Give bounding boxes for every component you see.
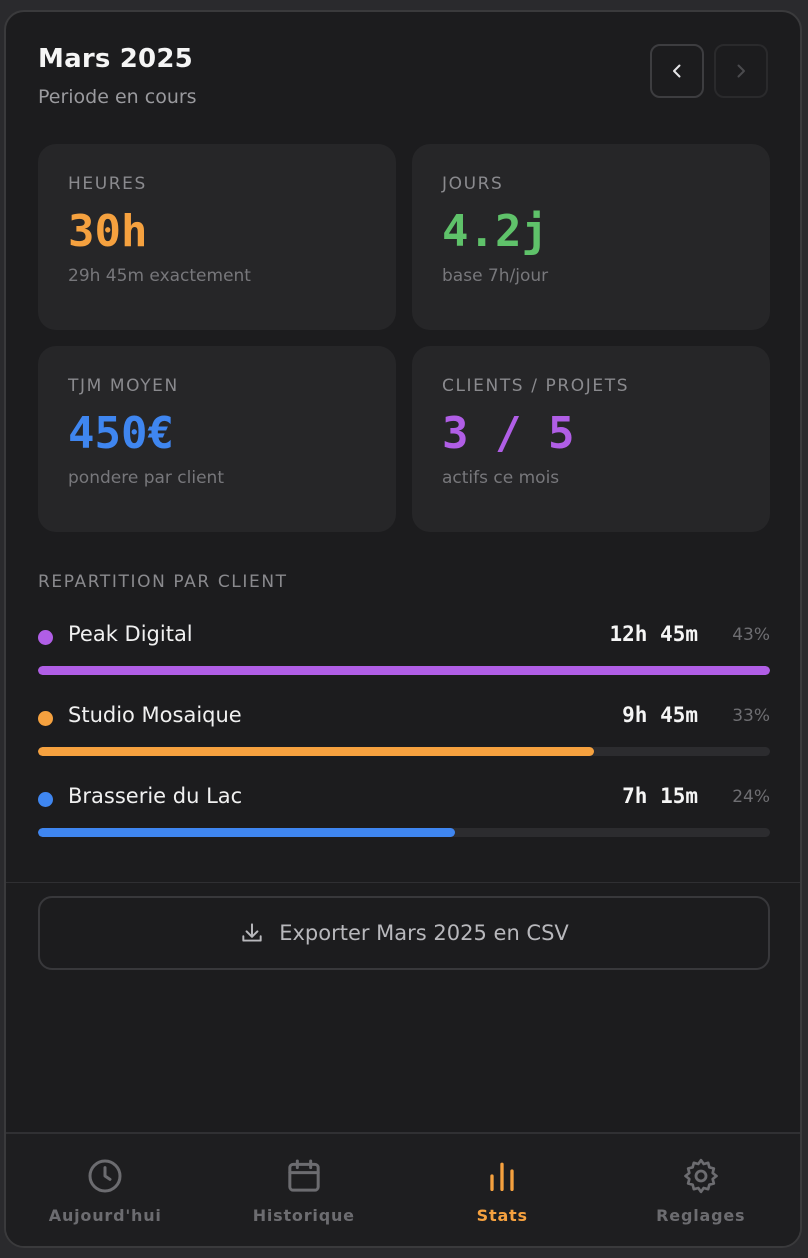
hours-card-value: 30h [68, 206, 148, 257]
client-percent: 43% [732, 625, 770, 645]
client-progress-track [38, 747, 770, 756]
section-divider [6, 882, 800, 883]
period-title: Mars 2025 [38, 44, 193, 74]
tab-stats[interactable]: Stats [403, 1134, 602, 1246]
clients-projects-card: CLIENTS / PROJETS 3 / 5 actifs ce mois [412, 346, 770, 532]
client-item-peak-digital: Peak Digital 12h 45m 43% [38, 620, 770, 675]
clients-projects-card-value: 3 / 5 [442, 408, 575, 459]
tab-history[interactable]: Historique [205, 1134, 404, 1246]
export-csv-label: Exporter Mars 2025 en CSV [279, 921, 569, 945]
tab-stats-label: Stats [476, 1206, 528, 1225]
client-hours: 7h 15m [622, 784, 698, 808]
gear-icon [683, 1158, 718, 1194]
client-progress-fill [38, 828, 456, 837]
tab-settings[interactable]: Reglages [602, 1134, 801, 1246]
client-hours: 12h 45m [609, 622, 698, 646]
tab-settings-label: Reglages [656, 1206, 746, 1225]
client-item-studio-mosaique: Studio Mosaique 9h 45m 33% [38, 701, 770, 756]
chevron-right-icon [737, 64, 745, 78]
client-name: Peak Digital [68, 622, 193, 646]
breakdown-title: REPARTITION PAR CLIENT [38, 572, 288, 592]
days-card-note: base 7h/jour [442, 266, 549, 287]
tab-history-label: Historique [252, 1206, 355, 1225]
hours-card-label: HEURES [68, 174, 147, 194]
tab-bar: Aujourd'hui Historique Stats Reglages [6, 1132, 801, 1246]
client-progress-track [38, 666, 770, 675]
days-card: JOURS 4.2j base 7h/jour [412, 144, 770, 330]
client-name: Studio Mosaique [68, 703, 242, 727]
export-csv-button[interactable]: Exporter Mars 2025 en CSV [38, 896, 770, 970]
bar-chart-icon [490, 1162, 514, 1191]
tab-today-label: Aujourd'hui [48, 1206, 162, 1225]
tab-today[interactable]: Aujourd'hui [6, 1134, 205, 1246]
days-card-label: JOURS [442, 174, 504, 194]
next-month-button[interactable] [714, 44, 768, 98]
client-progress-track [38, 828, 770, 837]
client-color-dot [38, 711, 53, 726]
client-name: Brasserie du Lac [68, 784, 243, 808]
chevron-left-icon [673, 64, 681, 78]
client-progress-fill [38, 747, 595, 756]
period-subtitle: Periode en cours [38, 86, 197, 108]
client-hours: 9h 45m [622, 703, 698, 727]
daily-rate-card-value: 450€ [68, 408, 174, 459]
hours-card-note: 29h 45m exactement [68, 266, 251, 287]
clients-projects-card-note: actifs ce mois [442, 468, 560, 489]
client-percent: 24% [732, 787, 770, 807]
client-color-dot [38, 630, 53, 645]
daily-rate-card: TJM MOYEN 450€ pondere par client [38, 346, 396, 532]
client-percent: 33% [732, 706, 770, 726]
daily-rate-card-note: pondere par client [68, 468, 224, 489]
days-card-value: 4.2j [442, 206, 548, 257]
previous-month-button[interactable] [650, 44, 704, 98]
client-color-dot [38, 792, 53, 807]
clients-projects-card-label: CLIENTS / PROJETS [442, 376, 630, 396]
download-icon [242, 923, 262, 942]
period-header: Mars 2025 Periode en cours [38, 44, 197, 108]
hours-card: HEURES 30h 29h 45m exactement [38, 144, 396, 330]
calendar-icon [288, 1159, 320, 1192]
daily-rate-card-label: TJM MOYEN [68, 376, 179, 396]
app-window: Mars 2025 Periode en cours HEURES 30h 29… [4, 10, 802, 1248]
client-item-brasserie-du-lac: Brasserie du Lac 7h 15m 24% [38, 782, 770, 837]
clock-icon [88, 1159, 122, 1193]
client-progress-fill [38, 666, 770, 675]
